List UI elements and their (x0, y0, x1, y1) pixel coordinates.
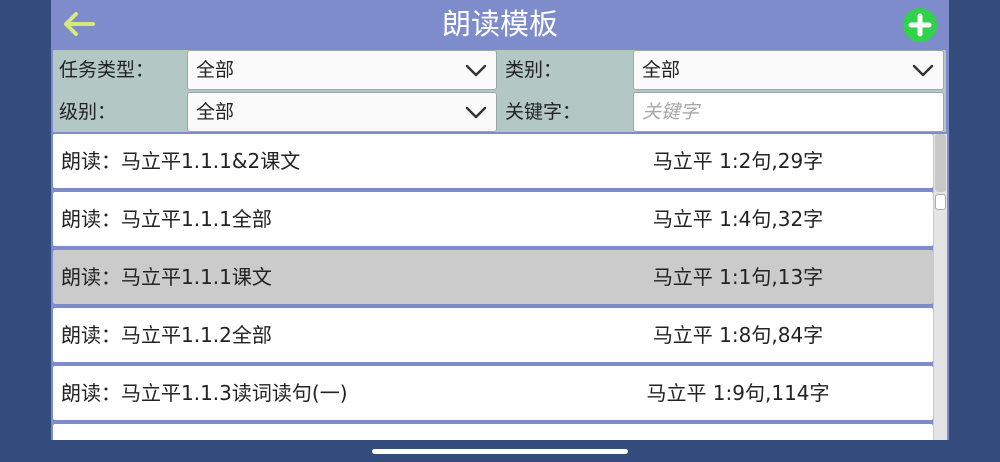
item-stats: 马立平 1:9句,114字 (646, 381, 830, 405)
item-name: 朗读：马立平1.1.2全部 (61, 323, 272, 347)
item-name: 朗读：马立平1.1.1&2课文 (61, 149, 301, 173)
template-list: 朗读：马立平1.1.1&2课文 马立平 1:2句,29字 朗读：马立平1.1.1… (53, 134, 933, 440)
scroll-thumb[interactable] (935, 134, 946, 192)
item-name: 朗读：马立平1.1.1课文 (61, 265, 272, 289)
chevron-down-icon (465, 106, 487, 119)
task-type-select[interactable]: 全部 (187, 50, 497, 90)
level-label: 级别： (59, 101, 117, 123)
home-indicator (372, 449, 628, 454)
list-scrollbar[interactable] (933, 134, 947, 440)
level-value: 全部 (196, 101, 235, 123)
plus-circle-icon (908, 13, 932, 37)
keyword-label: 关键字： (505, 101, 582, 123)
task-type-value: 全部 (196, 59, 235, 81)
list-item-selected[interactable]: 朗读：马立平1.1.1课文 马立平 1:1句,13字 (53, 250, 933, 304)
page-title: 朗读模板 (441, 7, 558, 41)
category-select[interactable]: 全部 (633, 50, 944, 90)
item-name: 朗读：马立平1.1.3读词读句(一) (61, 381, 348, 405)
item-stats: 马立平 1:2句,29字 (652, 149, 824, 173)
list-item[interactable]: 朗读：马立平1.1.2全部 马立平 1:8句,84字 (53, 308, 933, 362)
add-button[interactable] (903, 8, 937, 42)
list-item[interactable] (53, 424, 933, 440)
list-item[interactable]: 朗读：马立平1.1.3读词读句(一) 马立平 1:9句,114字 (53, 366, 933, 420)
item-name: 朗读：马立平1.1.1全部 (61, 207, 272, 231)
item-stats: 马立平 1:4句,32字 (652, 207, 824, 231)
scroll-handle[interactable] (935, 194, 946, 210)
item-stats: 马立平 1:8句,84字 (652, 323, 824, 347)
main-panel: 朗读模板 任务类型： 全部 类别： 全部 级别： 全部 关键字： 关键字 朗读：… (51, 0, 949, 440)
category-value: 全部 (642, 59, 681, 81)
task-type-label: 任务类型： (59, 59, 155, 81)
list-item[interactable]: 朗读：马立平1.1.1&2课文 马立平 1:2句,29字 (53, 134, 933, 188)
chevron-down-icon (465, 64, 487, 77)
category-label: 类别： (505, 59, 563, 81)
top-bar: 朗读模板 (51, 0, 949, 48)
list-item[interactable]: 朗读：马立平1.1.1全部 马立平 1:4句,32字 (53, 192, 933, 246)
filter-panel: 任务类型： 全部 类别： 全部 级别： 全部 关键字： (53, 50, 946, 132)
chevron-down-icon (912, 64, 934, 77)
level-select[interactable]: 全部 (187, 92, 497, 132)
keyword-input[interactable] (633, 92, 944, 132)
item-stats: 马立平 1:1句,13字 (652, 265, 824, 289)
